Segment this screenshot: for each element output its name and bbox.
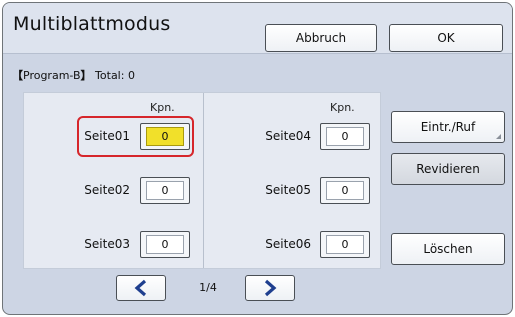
page-label-seite06: Seite06 — [265, 237, 311, 251]
register-recall-button[interactable]: Eintr./Ruf — [391, 111, 505, 143]
program-total: Total: 0 — [95, 69, 135, 82]
corner-indicator-icon — [496, 134, 501, 139]
page-label-seite03: Seite03 — [84, 237, 130, 251]
previous-page-button[interactable] — [116, 275, 166, 301]
column-divider — [203, 93, 204, 268]
copies-value: 0 — [146, 127, 184, 146]
chevron-left-icon — [134, 279, 147, 297]
page-label-seite01: Seite01 — [84, 129, 130, 143]
copies-value: 0 — [326, 181, 364, 200]
page-panel: Kpn. Kpn. Seite01 0 Seite02 0 Seite03 0 … — [23, 92, 381, 269]
page-indicator: 1/4 — [199, 281, 217, 294]
copies-field-seite06[interactable]: 0 — [320, 231, 370, 258]
program-name: Program-B — [23, 69, 81, 82]
page-label-seite04: Seite04 — [265, 129, 311, 143]
dialog-window: Multiblattmodus Abbruch OK 【Program-B】 T… — [2, 2, 513, 315]
ok-button[interactable]: OK — [389, 24, 503, 52]
copies-field-seite01[interactable]: 0 — [140, 123, 190, 150]
kpn-header-left: Kpn. — [150, 101, 175, 114]
chevron-right-icon — [264, 279, 277, 297]
copies-field-seite03[interactable]: 0 — [140, 231, 190, 258]
copies-value: 0 — [146, 235, 184, 254]
copies-field-seite04[interactable]: 0 — [320, 123, 370, 150]
program-info: 【Program-B】 Total: 0 — [12, 69, 135, 82]
copies-value: 0 — [326, 235, 364, 254]
revise-button[interactable]: Revidieren — [391, 153, 505, 185]
copies-value: 0 — [146, 181, 184, 200]
page-label-seite02: Seite02 — [84, 183, 130, 197]
cancel-button[interactable]: Abbruch — [265, 24, 377, 52]
kpn-header-right: Kpn. — [330, 101, 355, 114]
copies-field-seite02[interactable]: 0 — [140, 177, 190, 204]
delete-button[interactable]: Löschen — [391, 233, 505, 265]
next-page-button[interactable] — [245, 275, 295, 301]
copies-field-seite05[interactable]: 0 — [320, 177, 370, 204]
page-title: Multiblattmodus — [13, 13, 171, 35]
copies-value: 0 — [326, 127, 364, 146]
page-label-seite05: Seite05 — [265, 183, 311, 197]
register-recall-label: Eintr./Ruf — [420, 120, 476, 134]
